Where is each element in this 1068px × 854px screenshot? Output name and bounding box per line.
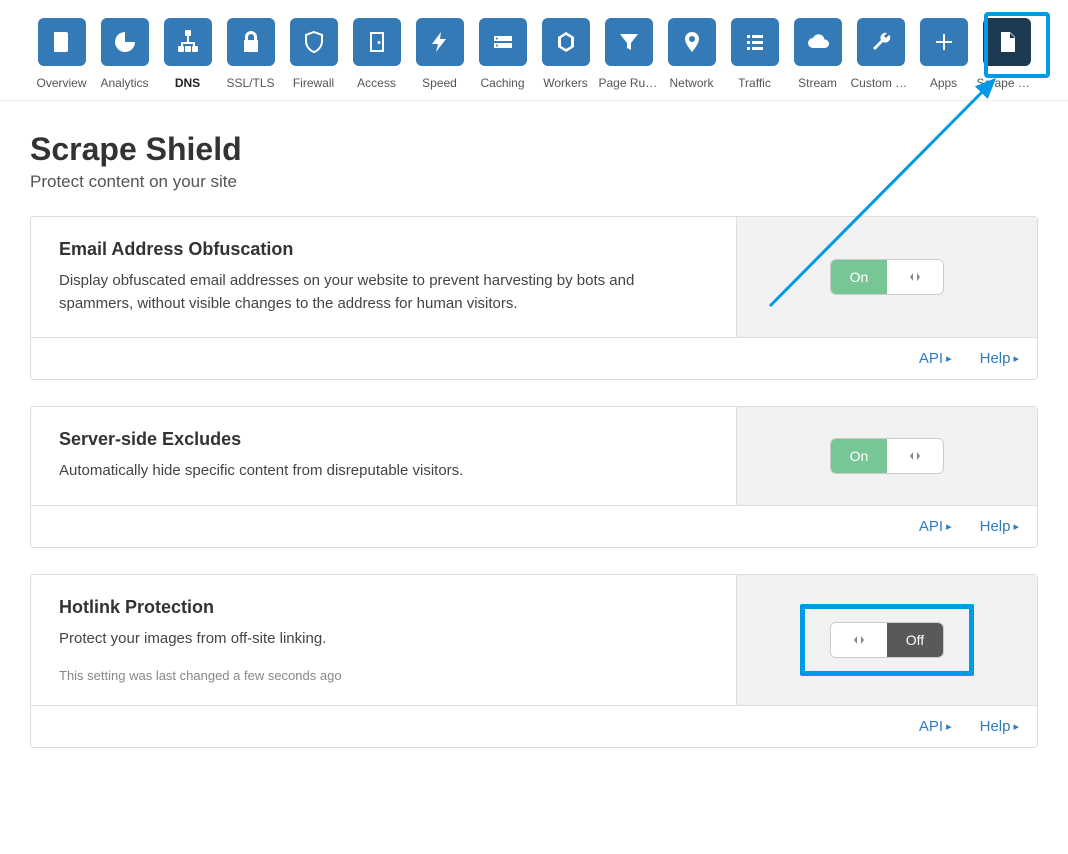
nav-item-stream[interactable]: Stream (786, 18, 849, 90)
nav-label: Firewall (293, 76, 334, 90)
card-footer: API▸ Help▸ (31, 337, 1037, 379)
help-link[interactable]: Help▸ (980, 350, 1019, 367)
nav-item-custompages[interactable]: Custom P… (849, 18, 912, 90)
nav-item-access[interactable]: Access (345, 18, 408, 90)
help-link[interactable]: Help▸ (980, 518, 1019, 535)
api-link[interactable]: API▸ (919, 518, 952, 535)
nav-label: Access (357, 76, 396, 90)
nav-label: DNS (175, 76, 200, 90)
toggle-switch[interactable]: On (830, 259, 944, 295)
page-content: Scrape Shield Protect content on your si… (0, 101, 1068, 804)
doc-icon (38, 18, 86, 66)
api-link[interactable]: API▸ (919, 718, 952, 735)
card-description: Protect your images from off-site linkin… (59, 628, 708, 651)
wrench-icon (857, 18, 905, 66)
setting-card: Email Address Obfuscation Display obfusc… (30, 216, 1038, 380)
tree-icon (164, 18, 212, 66)
nav-label: Page Rules (599, 76, 659, 90)
nav-item-traffic[interactable]: Traffic (723, 18, 786, 90)
drive-icon (479, 18, 527, 66)
card-title: Hotlink Protection (59, 597, 708, 618)
toggle-handle-icon (887, 439, 943, 473)
nav-label: SSL/TLS (226, 76, 274, 90)
top-nav: Overview Analytics DNS SSL/TLS Firewall … (0, 0, 1068, 101)
nav-label: Workers (543, 76, 587, 90)
toggle-highlight-box: Off (800, 604, 974, 676)
nav-label: Speed (422, 76, 457, 90)
card-description: Automatically hide specific content from… (59, 460, 708, 483)
api-link[interactable]: API▸ (919, 350, 952, 367)
toggle-label: On (831, 439, 887, 473)
cloud-icon (794, 18, 842, 66)
nav-label: Analytics (100, 76, 148, 90)
card-title: Server-side Excludes (59, 429, 708, 450)
caret-right-icon: ▸ (1013, 352, 1019, 365)
pin-icon (668, 18, 716, 66)
lock-icon (227, 18, 275, 66)
caret-right-icon: ▸ (1013, 720, 1019, 733)
card-description: Display obfuscated email addresses on yo… (59, 270, 708, 315)
nav-item-speed[interactable]: Speed (408, 18, 471, 90)
nav-item-scrapeshield[interactable]: Scrape Shi… (975, 18, 1038, 90)
card-note: This setting was last changed a few seco… (59, 668, 708, 683)
plus-icon (920, 18, 968, 66)
hex-icon (542, 18, 590, 66)
funnel-icon (605, 18, 653, 66)
setting-card: Server-side Excludes Automatically hide … (30, 406, 1038, 548)
nav-label: Stream (798, 76, 837, 90)
pie-icon (101, 18, 149, 66)
nav-item-caching[interactable]: Caching (471, 18, 534, 90)
page-icon (983, 18, 1031, 66)
card-footer: API▸ Help▸ (31, 505, 1037, 547)
card-title: Email Address Obfuscation (59, 239, 708, 260)
page-subtitle: Protect content on your site (30, 172, 1038, 192)
toggle-handle-icon (831, 623, 887, 657)
nav-item-firewall[interactable]: Firewall (282, 18, 345, 90)
nav-label: Overview (36, 76, 86, 90)
nav-item-network[interactable]: Network (660, 18, 723, 90)
caret-right-icon: ▸ (946, 520, 952, 533)
bolt-icon (416, 18, 464, 66)
caret-right-icon: ▸ (946, 720, 952, 733)
nav-item-dns[interactable]: DNS (156, 18, 219, 90)
nav-item-pagerules[interactable]: Page Rules (597, 18, 660, 90)
nav-label: Traffic (738, 76, 771, 90)
caret-right-icon: ▸ (946, 352, 952, 365)
nav-item-workers[interactable]: Workers (534, 18, 597, 90)
card-footer: API▸ Help▸ (31, 705, 1037, 747)
shield-icon (290, 18, 338, 66)
setting-card: Hotlink Protection Protect your images f… (30, 574, 1038, 749)
toggle-handle-icon (887, 260, 943, 294)
caret-right-icon: ▸ (1013, 520, 1019, 533)
card-side-panel: Off (736, 575, 1037, 706)
card-side-panel: On (736, 407, 1037, 505)
door-icon (353, 18, 401, 66)
toggle-label: Off (887, 623, 943, 657)
nav-item-ssl[interactable]: SSL/TLS (219, 18, 282, 90)
page-title: Scrape Shield (30, 131, 1038, 168)
toggle-switch[interactable]: On (830, 438, 944, 474)
nav-label: Network (669, 76, 713, 90)
nav-label: Apps (930, 76, 957, 90)
list-icon (731, 18, 779, 66)
nav-item-overview[interactable]: Overview (30, 18, 93, 90)
nav-label: Custom P… (851, 76, 911, 90)
nav-item-analytics[interactable]: Analytics (93, 18, 156, 90)
card-side-panel: On (736, 217, 1037, 337)
nav-item-apps[interactable]: Apps (912, 18, 975, 90)
nav-label: Scrape Shi… (977, 76, 1037, 90)
toggle-label: On (831, 260, 887, 294)
toggle-switch[interactable]: Off (830, 622, 944, 658)
nav-label: Caching (480, 76, 524, 90)
help-link[interactable]: Help▸ (980, 718, 1019, 735)
